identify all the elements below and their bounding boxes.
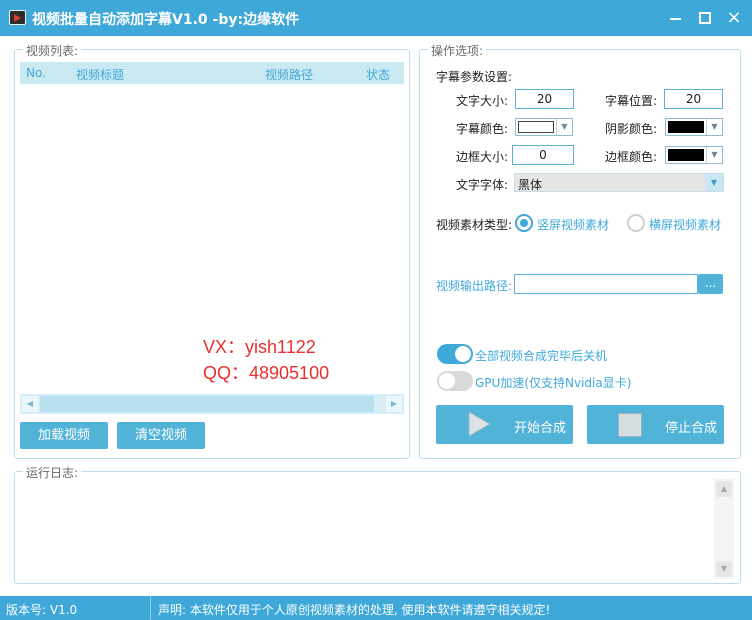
border-color-label: 边框颜色: (605, 150, 658, 164)
status-divider (150, 596, 151, 620)
subtitle-position-label: 字幕位置: (605, 94, 658, 108)
stop-button[interactable]: 停止合成 (587, 405, 724, 444)
shutdown-toggle[interactable] (437, 344, 473, 364)
notice-text: 声明: 本软件仅用于个人原创视频素材的处理, 使用本软件请遵守相关规定! (158, 603, 551, 617)
column-path[interactable]: 视频路径 (265, 66, 313, 83)
output-path-label: 视频输出路径: (436, 279, 513, 293)
shadow-color-label: 阴影颜色: (605, 122, 658, 136)
title-bar: 视频批量自动添加字幕V1.0 -by:边缘软件 × (0, 0, 752, 36)
column-title[interactable]: 视频标题 (76, 66, 124, 83)
status-bar: 版本号: V1.0 声明: 本软件仅用于个人原创视频素材的处理, 使用本软件请遵… (0, 596, 752, 620)
font-size-label: 文字大小: (456, 94, 509, 108)
play-icon (468, 411, 492, 437)
horizontal-scrollbar[interactable]: ◀ ▶ (20, 394, 404, 414)
log-textarea[interactable] (20, 479, 710, 579)
gpu-toggle[interactable] (437, 371, 473, 391)
video-list-legend: 视频列表: (23, 42, 82, 59)
chevron-down-icon[interactable]: ▼ (705, 174, 723, 191)
radio-horizontal-material[interactable] (627, 214, 645, 232)
scroll-right-icon[interactable]: ▶ (386, 396, 402, 412)
output-path-input[interactable] (514, 274, 698, 294)
options-legend: 操作选项: (428, 42, 487, 59)
shadow-color-picker[interactable]: ▼ (665, 118, 723, 136)
scroll-down-icon[interactable]: ▼ (716, 561, 732, 577)
horizontal-material-label[interactable]: 横屏视频素材 (649, 216, 721, 233)
font-family-value: 黑体 (518, 178, 543, 192)
app-icon (9, 10, 26, 25)
chevron-down-icon[interactable]: ▼ (706, 147, 722, 163)
subtitle-params-label: 字幕参数设置: (436, 70, 513, 84)
border-color-swatch (668, 149, 704, 161)
log-vertical-scrollbar[interactable]: ▲ ▼ (714, 479, 734, 579)
browse-button[interactable]: ... (698, 274, 723, 294)
subtitle-color-swatch (518, 121, 554, 133)
font-size-input[interactable]: 20 (515, 89, 574, 109)
start-button[interactable]: 开始合成 (436, 405, 573, 444)
column-no[interactable]: No. (26, 66, 46, 80)
watermark-vx: VX：yish1122 (203, 337, 316, 357)
gpu-toggle-label: GPU加速(仅支持Nvidia显卡) (475, 376, 632, 390)
watermark-qq: QQ：48905100 (203, 363, 330, 383)
start-button-label: 开始合成 (514, 421, 567, 436)
maximize-button[interactable] (695, 8, 715, 28)
scrollbar-thumb[interactable] (40, 396, 374, 412)
radio-vertical-material[interactable] (515, 214, 533, 232)
vertical-material-label[interactable]: 竖屏视频素材 (537, 216, 609, 233)
toggle-knob (455, 346, 471, 362)
options-group (419, 49, 741, 459)
scroll-up-icon[interactable]: ▲ (716, 481, 732, 497)
minimize-button[interactable] (665, 8, 685, 28)
shutdown-toggle-label: 全部视频合成完毕后关机 (475, 349, 608, 363)
close-button[interactable]: × (724, 8, 744, 28)
chevron-down-icon[interactable]: ▼ (706, 119, 722, 135)
material-type-label: 视频素材类型: (436, 218, 513, 232)
stop-button-label: 停止合成 (665, 421, 718, 436)
subtitle-color-picker[interactable]: ▼ (515, 118, 573, 136)
border-size-label: 边框大小: (456, 150, 509, 164)
load-video-button[interactable]: 加载视频 (20, 422, 108, 449)
clear-video-button[interactable]: 清空视频 (117, 422, 205, 449)
window-title: 视频批量自动添加字幕V1.0 -by:边缘软件 (32, 12, 300, 28)
video-list-header: No. 视频标题 视频路径 状态 (20, 62, 404, 84)
toggle-knob (439, 373, 455, 389)
border-color-picker[interactable]: ▼ (665, 146, 723, 164)
scroll-left-icon[interactable]: ◀ (22, 396, 38, 412)
version-label: 版本号: V1.0 (6, 603, 78, 617)
border-size-input[interactable]: 0 (512, 145, 574, 165)
column-status[interactable]: 状态 (366, 66, 390, 83)
subtitle-position-input[interactable]: 20 (664, 89, 723, 109)
shadow-color-swatch (668, 121, 704, 133)
stop-icon (618, 413, 642, 437)
subtitle-color-label: 字幕颜色: (456, 122, 509, 136)
font-family-select[interactable]: 黑体 ▼ (514, 173, 724, 192)
font-family-label: 文字字体: (456, 178, 509, 192)
chevron-down-icon[interactable]: ▼ (556, 119, 572, 135)
